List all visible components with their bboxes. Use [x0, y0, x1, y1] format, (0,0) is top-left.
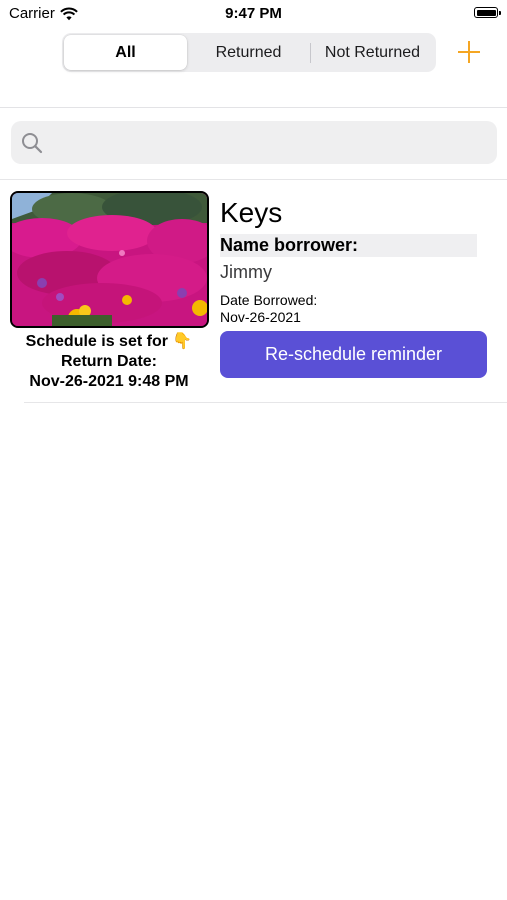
schedule-line-3: Nov-26-2021 9:48 PM: [29, 373, 189, 390]
item-photo: [10, 191, 209, 328]
segment-all[interactable]: All: [64, 35, 187, 70]
flower-image: [12, 193, 207, 326]
search-bar[interactable]: [11, 121, 497, 166]
item-title: Keys: [220, 197, 283, 228]
segment-not-returned[interactable]: Not Returned: [311, 35, 434, 70]
schedule-line-1: Schedule is set for 👇: [25, 333, 193, 350]
search-icon: [22, 133, 43, 154]
date-borrowed-label: Date Borrowed:: [220, 292, 318, 308]
filter-segmented-control: All Returned Not Returned: [62, 33, 436, 72]
plus-icon[interactable]: [455, 38, 483, 66]
borrower-name: Jimmy: [220, 262, 272, 282]
schedule-line-2: Return Date:: [60, 353, 157, 370]
battery-icon: [474, 7, 501, 18]
header-divider: [0, 107, 507, 108]
segment-returned[interactable]: Returned: [187, 35, 310, 70]
row-divider: [24, 402, 507, 403]
status-bar: Carrier 9:47 PM: [0, 0, 507, 28]
date-borrowed-value: Nov-26-2021: [220, 309, 301, 325]
borrower-label: Name borrower:: [220, 234, 477, 257]
reschedule-reminder-button[interactable]: Re-schedule reminder: [220, 331, 487, 378]
schedule-info: Schedule is set for 👇 Return Date: Nov-2…: [0, 332, 218, 392]
search-input[interactable]: [53, 121, 487, 166]
status-time: 9:47 PM: [225, 5, 282, 22]
list-item[interactable]: Schedule is set for 👇 Return Date: Nov-2…: [0, 180, 507, 403]
